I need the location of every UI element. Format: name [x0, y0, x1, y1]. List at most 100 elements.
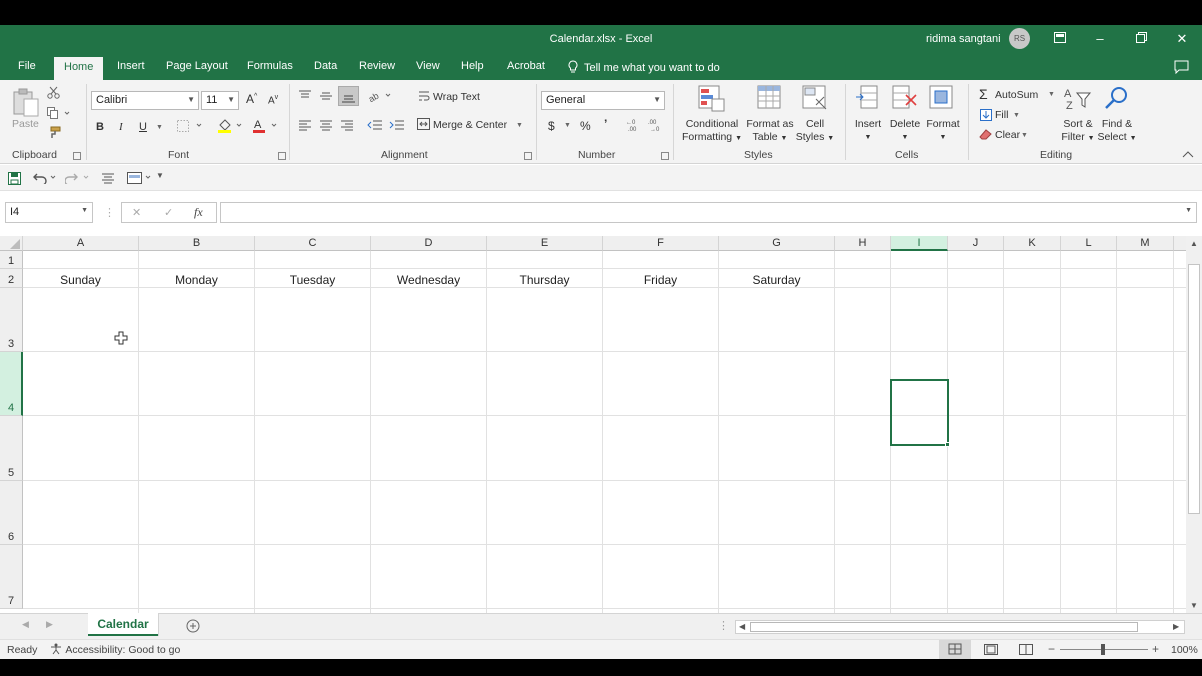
zoom-level[interactable]: 100% [1171, 644, 1198, 656]
scroll-down-icon[interactable]: ▼ [1190, 601, 1198, 610]
cell-a2[interactable]: Sunday [23, 273, 138, 287]
active-cell-i4[interactable] [890, 379, 949, 446]
tab-acrobat[interactable]: Acrobat [507, 60, 545, 72]
tab-help[interactable]: Help [461, 60, 484, 72]
new-sheet-icon[interactable] [186, 619, 200, 636]
top-align-icon[interactable] [298, 90, 312, 105]
column-header-l[interactable]: L [1061, 236, 1117, 251]
comments-icon[interactable] [1174, 60, 1189, 77]
increase-indent-icon[interactable] [389, 119, 405, 134]
redo-icon[interactable] [64, 172, 91, 187]
scroll-sheets-right-icon[interactable]: ▶ [46, 619, 53, 630]
accessibility-status[interactable]: Accessibility: Good to go [50, 643, 180, 656]
align-center-icon[interactable] [319, 119, 333, 134]
horizontal-scrollbar[interactable]: ◀ ▶ [735, 620, 1185, 634]
row-header-7[interactable]: 7 [0, 545, 23, 609]
select-all-corner[interactable] [0, 236, 23, 251]
merge-center-button[interactable]: Merge & Center [433, 119, 507, 131]
align-left-icon[interactable] [298, 119, 312, 134]
chevron-down-icon[interactable]: ▼ [1185, 207, 1192, 214]
font-color-icon[interactable]: A [252, 118, 282, 136]
wrap-text-icon[interactable] [418, 90, 430, 105]
cell-c2[interactable]: Tuesday [255, 273, 370, 287]
column-header-g[interactable]: G [719, 236, 835, 251]
increase-decimal-icon[interactable]: ←0.00 [626, 118, 642, 135]
enter-icon[interactable]: ✓ [164, 206, 173, 219]
page-layout-view-icon[interactable] [984, 644, 998, 658]
clear-button[interactable]: Clear [995, 129, 1020, 141]
column-header-j[interactable]: J [948, 236, 1004, 251]
wrap-text-button[interactable]: Wrap Text [433, 91, 480, 103]
delete-cells-icon[interactable] [892, 85, 918, 114]
horizontal-scroll-thumb[interactable] [750, 622, 1138, 632]
cell-styles-button[interactable]: Cell Styles ▼ [793, 118, 837, 145]
number-launcher-icon[interactable] [661, 151, 669, 163]
scroll-sheets-left-icon[interactable]: ◀ [22, 619, 29, 630]
tab-page-layout[interactable]: Page Layout [166, 60, 228, 72]
bold-button[interactable]: B [96, 121, 104, 133]
cell-d2[interactable]: Wednesday [371, 273, 486, 287]
orientation-icon[interactable]: ab [367, 90, 394, 105]
column-header-d[interactable]: D [371, 236, 487, 251]
fill-handle[interactable] [945, 442, 950, 447]
merge-center-icon[interactable] [417, 118, 430, 133]
insert-cells-icon[interactable] [855, 85, 881, 114]
fill-color-icon[interactable] [217, 119, 247, 136]
delete-cells-button[interactable]: Delete ▼ [886, 118, 924, 144]
bottom-align-icon[interactable] [338, 86, 359, 106]
column-header-k[interactable]: K [1004, 236, 1061, 251]
tab-insert[interactable]: Insert [117, 60, 145, 72]
conditional-formatting-button[interactable]: Conditional Formatting ▼ [680, 118, 744, 145]
format-as-table-icon[interactable] [757, 85, 785, 116]
sort-filter-icon[interactable]: AZ [1064, 85, 1092, 116]
name-box[interactable]: I4 ▼ [5, 202, 93, 223]
autosum-icon[interactable]: Σ [979, 86, 988, 102]
normal-view-icon[interactable] [939, 640, 971, 659]
zoom-out-icon[interactable]: − [1048, 642, 1055, 656]
format-cells-icon[interactable] [929, 85, 955, 114]
tab-review[interactable]: Review [359, 60, 395, 72]
row-header-5[interactable]: 5 [0, 416, 23, 481]
chevron-down-icon[interactable]: ▼ [1021, 132, 1028, 139]
currency-button[interactable]: $ [548, 119, 555, 133]
chevron-down-icon[interactable]: ▼ [156, 124, 163, 131]
format-painter-icon[interactable] [47, 126, 61, 142]
align-right-icon[interactable] [340, 119, 354, 134]
tab-formulas[interactable]: Formulas [247, 60, 293, 72]
vertical-scrollbar[interactable]: ▲ ▼ [1186, 236, 1202, 613]
user-name[interactable]: ridima sangtani [926, 33, 1001, 45]
find-select-button[interactable]: Find & Select ▼ [1097, 118, 1137, 145]
align-icon[interactable] [101, 172, 115, 187]
vertical-scroll-thumb[interactable] [1188, 264, 1200, 514]
fill-icon[interactable] [980, 109, 992, 124]
cell-b2[interactable]: Monday [139, 273, 254, 287]
ribbon-display-options-icon[interactable] [1050, 30, 1070, 48]
font-name-select[interactable]: Calibri ▼ [91, 91, 199, 110]
clipboard-launcher-icon[interactable] [73, 151, 81, 163]
row-header-4[interactable]: 4 [0, 352, 23, 416]
sort-filter-button[interactable]: Sort & Filter ▼ [1058, 118, 1098, 145]
formula-input[interactable]: ▼ [220, 202, 1197, 223]
decrease-decimal-icon[interactable]: .00 →0 [648, 118, 664, 135]
paste-icon[interactable] [11, 88, 41, 121]
insert-function-button[interactable]: fx [194, 205, 203, 220]
increase-font-size-icon[interactable]: A^ [246, 92, 257, 106]
column-header-b[interactable]: B [139, 236, 255, 251]
font-size-select[interactable]: 11 ▼ [201, 91, 239, 110]
decrease-font-size-icon[interactable]: Av [268, 94, 278, 106]
column-header-f[interactable]: F [603, 236, 719, 251]
collapse-ribbon-icon[interactable] [1182, 149, 1194, 161]
column-header-i[interactable]: I [891, 236, 948, 251]
number-format-select[interactable]: General ▼ [541, 91, 665, 110]
row-header-3[interactable]: 3 [0, 288, 23, 352]
zoom-in-icon[interactable]: + [1152, 642, 1159, 656]
customize-toolbar-icon[interactable]: ▼ [156, 171, 164, 180]
cell-styles-icon[interactable] [802, 85, 830, 116]
row-header-6[interactable]: 6 [0, 481, 23, 545]
eraser-icon[interactable] [979, 129, 992, 143]
zoom-slider-thumb[interactable] [1101, 644, 1105, 655]
italic-button[interactable]: I [119, 121, 123, 133]
column-header-h[interactable]: H [835, 236, 891, 251]
chevron-down-icon[interactable]: ▼ [516, 122, 523, 129]
insert-cells-button[interactable]: Insert ▼ [850, 118, 886, 144]
